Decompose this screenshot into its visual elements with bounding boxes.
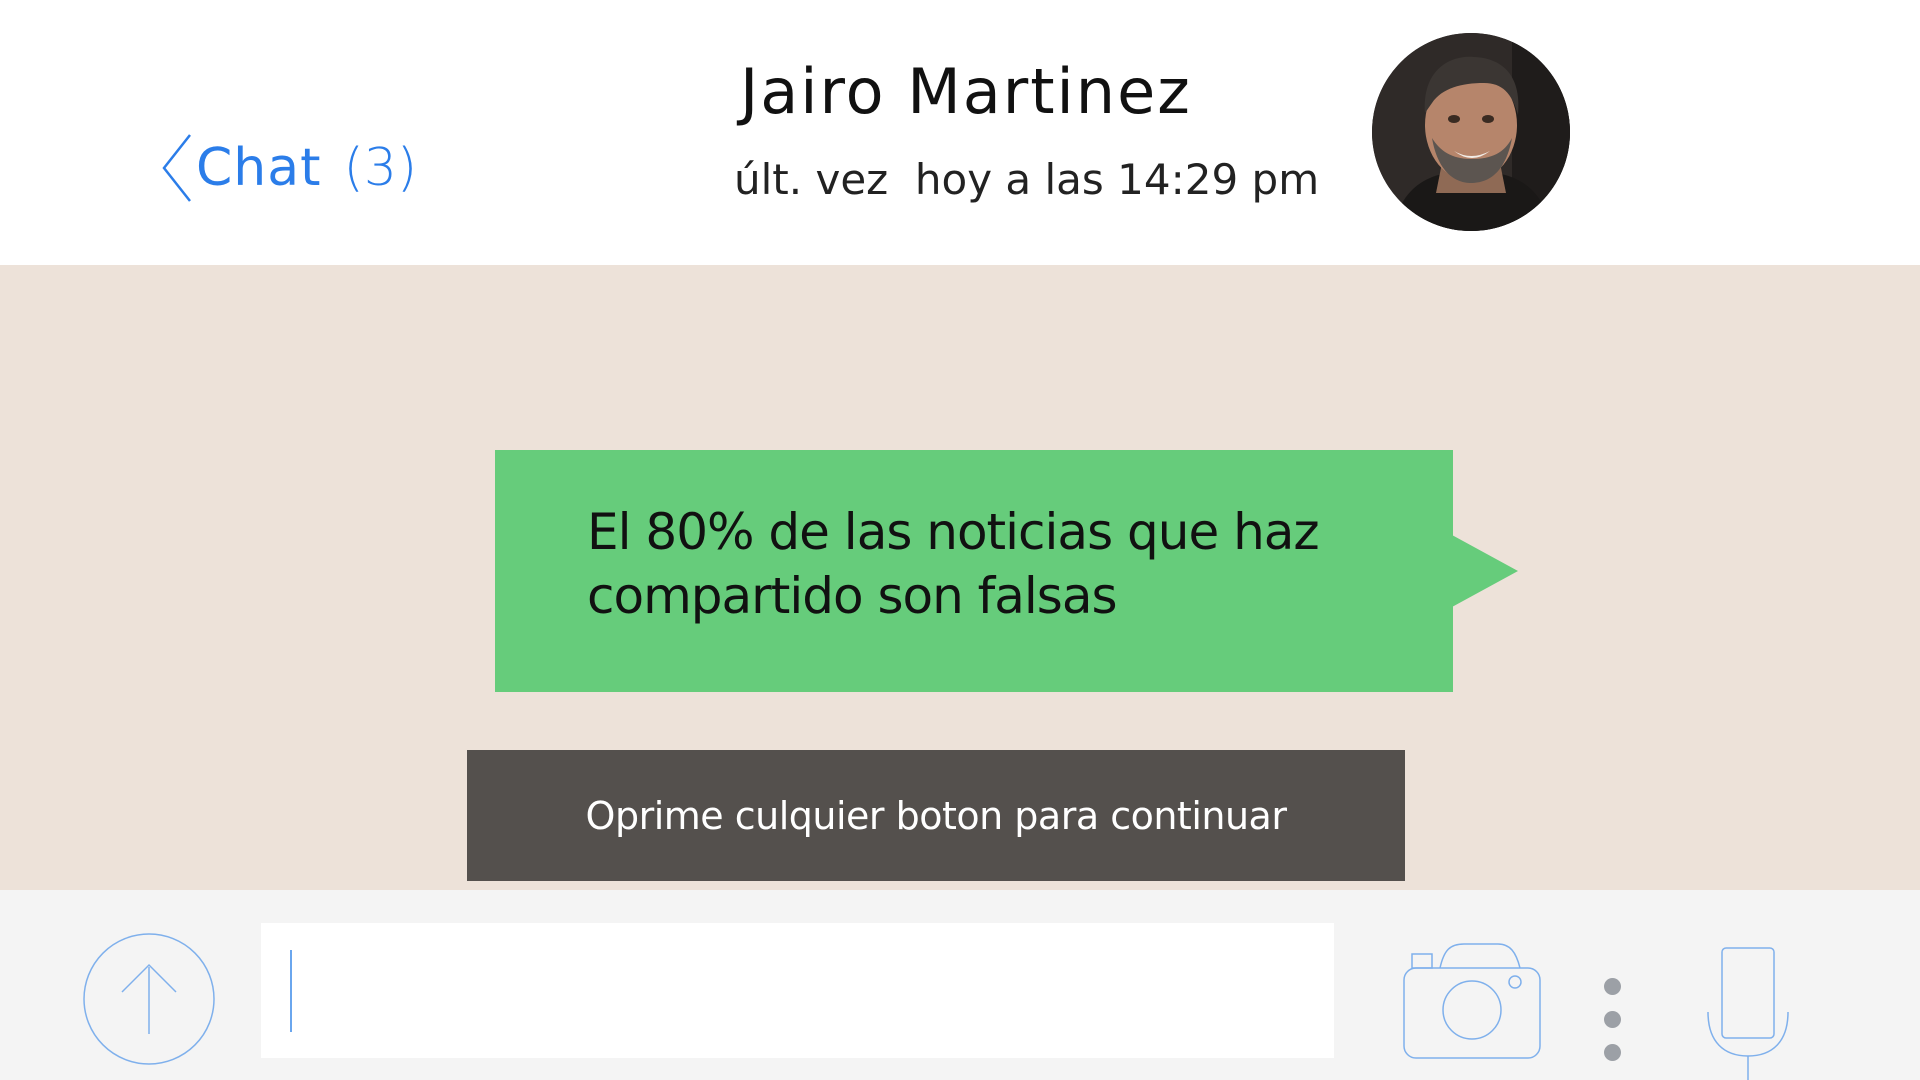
more-vertical-icon	[1604, 978, 1621, 995]
back-to-chats-button[interactable]: Chat (3)	[160, 128, 417, 208]
camera-button[interactable]	[1402, 940, 1544, 1062]
chat-header: Chat (3) Jairo Martinez últ. vez hoy a l…	[0, 0, 1920, 265]
microphone-icon	[1707, 947, 1789, 1080]
message-bubble: El 80% de las noticias que haz compartid…	[495, 450, 1453, 692]
message-text: El 80% de las noticias que haz compartid…	[587, 503, 1320, 625]
chat-screen: Chat (3) Jairo Martinez últ. vez hoy a l…	[0, 0, 1920, 1080]
more-options-button[interactable]	[1598, 978, 1628, 1078]
last-seen-status: últ. vez hoy a las 14:29 pm	[734, 155, 1320, 204]
more-vertical-icon-dot	[1604, 1044, 1621, 1061]
more-vertical-icon-dot	[1604, 1011, 1621, 1028]
contact-name: Jairo Martinez	[740, 55, 1192, 128]
microphone-button[interactable]	[1704, 946, 1794, 1080]
upload-button[interactable]	[82, 932, 216, 1066]
continue-prompt-button[interactable]: Oprime culquier boton para continuar	[467, 750, 1405, 881]
composer-bar	[0, 890, 1920, 1080]
chat-area: El 80% de las noticias que haz compartid…	[0, 265, 1920, 890]
profile-photo-icon	[1372, 33, 1570, 231]
message-bubble-tail	[1452, 535, 1518, 607]
avatar[interactable]	[1372, 33, 1570, 231]
message-input[interactable]	[261, 923, 1334, 1058]
chevron-left-icon	[162, 134, 191, 202]
continue-prompt-text: Oprime culquier boton para continuar	[585, 793, 1287, 838]
unread-count: (3)	[343, 138, 418, 198]
camera-icon	[1403, 943, 1541, 1059]
back-label: Chat	[196, 138, 322, 198]
arrow-up-circle-icon	[83, 933, 215, 1065]
